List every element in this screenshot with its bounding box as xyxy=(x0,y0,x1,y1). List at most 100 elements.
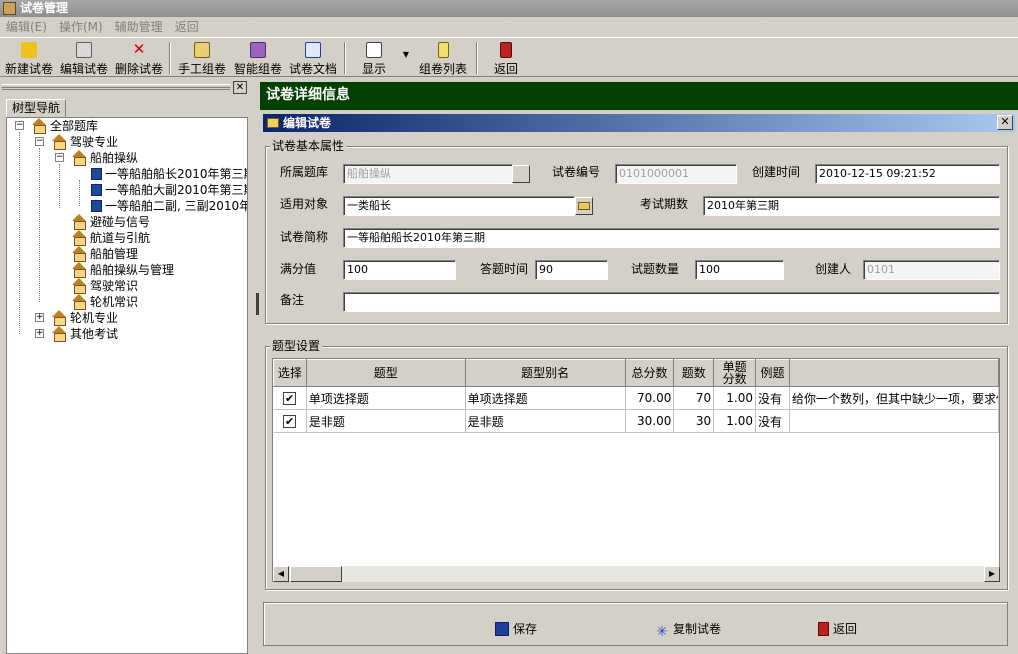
house-icon xyxy=(71,262,87,278)
answer-time-label: 答题时间 xyxy=(480,262,529,276)
exit-door-icon xyxy=(500,42,512,58)
new-exam-button[interactable]: 新建试卷 xyxy=(3,40,55,76)
splitter-grip[interactable] xyxy=(256,293,259,315)
tree-node-exam-second-mate[interactable]: 一等船舶二副, 三副2010年第三期 xyxy=(91,198,247,214)
per-score-cell[interactable]: 1.00 xyxy=(713,386,757,410)
target-field[interactable]: 一类船长 xyxy=(343,196,575,216)
tree-label: 一等船舶船长2010年第三期 xyxy=(105,167,248,181)
created-time-field[interactable]: 2010-12-15 09:21:52 xyxy=(815,164,1000,184)
back-toolbar-button[interactable]: 返回 xyxy=(488,40,524,76)
alias-cell[interactable]: 单项选择题 xyxy=(465,386,626,410)
horizontal-scrollbar[interactable]: ◀ ▶ xyxy=(273,566,1000,582)
code-field[interactable]: 0101000001 xyxy=(615,164,737,184)
tree-view: − 全部题库 − 驾驶专业 − 船舶操纵 一等船舶船长2010年第三期 一等船舶… xyxy=(6,117,248,654)
tree-node-root-content: 全部题库 xyxy=(31,118,98,134)
sample-text-cell[interactable]: 给你一个数列，但其中缺少一项，要求你 xyxy=(789,386,999,410)
exam-doc-button[interactable]: 试卷文档 xyxy=(286,40,340,76)
target-picker-button[interactable] xyxy=(575,197,593,215)
question-count-field[interactable]: 100 xyxy=(695,260,784,280)
table-row[interactable]: ✔ 单项选择题 单项选择题 70.00 70 1.00 没有 给你一个数列，但其… xyxy=(273,386,999,410)
delete-exam-button[interactable]: ✕ 删除试卷 xyxy=(113,40,165,77)
period-field[interactable]: 2010年第三期 xyxy=(703,196,1000,216)
col-select[interactable]: 选择 xyxy=(273,359,307,387)
short-name-field[interactable]: 一等船舶船长2010年第三期 xyxy=(343,228,1000,248)
panel-close-button[interactable]: ✕ xyxy=(233,81,247,94)
scroll-thumb[interactable] xyxy=(290,566,342,582)
count-cell[interactable]: 70 xyxy=(673,386,715,410)
bank-field[interactable]: 船舶操纵 xyxy=(343,164,513,184)
window-titlebar: 试卷管理 xyxy=(0,0,1018,17)
total-cell[interactable]: 70.00 xyxy=(625,386,675,410)
tree-node-engine-common[interactable]: 轮机常识 xyxy=(71,294,138,310)
tree-node-exam-captain[interactable]: 一等船舶船长2010年第三期 xyxy=(91,166,248,182)
collapse-toggle[interactable]: − xyxy=(55,153,64,162)
dialog-close-button[interactable]: ✕ xyxy=(997,115,1013,130)
smart-compose-button[interactable]: 智能组卷 xyxy=(231,40,285,76)
row-checkbox[interactable]: ✔ xyxy=(283,415,297,428)
smart-compose-label: 智能组卷 xyxy=(233,62,282,76)
type-cell[interactable]: 单项选择题 xyxy=(306,386,466,410)
tree-node-channel[interactable]: 航道与引航 xyxy=(71,230,150,246)
dialog-titlebar: 编辑试卷 xyxy=(263,114,1015,132)
answer-time-field[interactable]: 90 xyxy=(535,260,608,280)
count-cell[interactable]: 30 xyxy=(673,409,715,433)
display-dropdown-arrow[interactable]: ▼ xyxy=(400,40,412,76)
back-button[interactable]: 返回 xyxy=(818,620,857,638)
display-label: 显示 xyxy=(361,62,386,76)
tree-node-handling-mgmt[interactable]: 船舶操纵与管理 xyxy=(71,262,174,278)
sample-cell[interactable]: 没有 xyxy=(755,386,790,410)
expand-toggle[interactable]: + xyxy=(35,329,44,338)
col-sample[interactable]: 例题 xyxy=(755,359,790,387)
tree-node-ship-mgmt[interactable]: 船舶管理 xyxy=(71,246,138,262)
window-title: 试卷管理 xyxy=(20,1,69,15)
total-cell[interactable]: 30.00 xyxy=(625,409,675,433)
copy-exam-button[interactable]: ✳ 复制试卷 xyxy=(655,620,721,639)
manual-compose-button[interactable]: 手工组卷 xyxy=(175,40,229,76)
col-type[interactable]: 题型 xyxy=(305,359,466,387)
row-select-cell[interactable]: ✔ xyxy=(273,386,307,410)
menu-operate[interactable]: 操作(M) xyxy=(59,20,103,34)
tree-node-driving-common[interactable]: 驾驶常识 xyxy=(71,278,138,294)
tab-tree-navigation[interactable]: 树型导航 xyxy=(6,99,66,117)
row-checkbox[interactable]: ✔ xyxy=(283,392,297,405)
type-cell[interactable]: 是非题 xyxy=(306,409,466,433)
col-count[interactable]: 题数 xyxy=(673,359,715,387)
col-per-score[interactable]: 单题分数 xyxy=(713,359,757,387)
full-score-field[interactable]: 100 xyxy=(343,260,456,280)
alias-cell[interactable]: 是非题 xyxy=(465,409,626,433)
per-score-cell[interactable]: 1.00 xyxy=(713,409,757,433)
house-icon xyxy=(71,230,87,246)
exam-doc-icon xyxy=(91,168,102,180)
table-header-row: 选择 题型 题型别名 总分数 题数 单题分数 例题 xyxy=(273,359,999,387)
menu-edit[interactable]: 编辑(E) xyxy=(6,20,47,34)
tree-label: 一等船舶大副2010年第三期 xyxy=(105,183,248,197)
display-button[interactable]: 显示 xyxy=(356,40,392,76)
save-button[interactable]: 保存 xyxy=(495,620,537,638)
compose-list-label: 组卷列表 xyxy=(418,62,467,76)
hand-icon xyxy=(194,42,210,58)
table-row[interactable]: ✔ 是非题 是非题 30.00 30 1.00 没有 xyxy=(273,409,999,433)
menu-aux[interactable]: 辅助管理 xyxy=(115,20,163,34)
collapse-toggle[interactable]: − xyxy=(15,121,24,130)
edit-exam-button[interactable]: 编辑试卷 xyxy=(58,40,110,76)
row-select-cell[interactable]: ✔ xyxy=(273,409,307,433)
col-alias[interactable]: 题型别名 xyxy=(464,359,626,387)
panel-drag-handle[interactable] xyxy=(2,84,230,90)
tree-node-exam-chief-mate[interactable]: 一等船舶大副2010年第三期 xyxy=(91,182,248,198)
sample-cell[interactable]: 没有 xyxy=(755,409,790,433)
bank-picker-button[interactable] xyxy=(512,165,530,183)
sample-text-cell[interactable] xyxy=(789,409,999,433)
new-exam-label: 新建试卷 xyxy=(4,62,53,76)
scroll-left-arrow-icon[interactable]: ◀ xyxy=(273,566,289,582)
scroll-right-arrow-icon[interactable]: ▶ xyxy=(984,566,1000,582)
remark-field[interactable] xyxy=(343,292,1000,312)
toolbar-separator xyxy=(169,42,171,74)
code-label: 试卷编号 xyxy=(552,165,601,179)
creator-field[interactable]: 0101 xyxy=(863,260,1000,280)
expand-toggle[interactable]: + xyxy=(35,313,44,322)
menu-back[interactable]: 返回 xyxy=(175,20,199,34)
collapse-toggle[interactable]: − xyxy=(35,137,44,146)
compose-list-button[interactable]: 组卷列表 xyxy=(416,40,470,76)
col-total[interactable]: 总分数 xyxy=(624,359,675,387)
tree-node-collision[interactable]: 避碰与信号 xyxy=(71,214,150,230)
